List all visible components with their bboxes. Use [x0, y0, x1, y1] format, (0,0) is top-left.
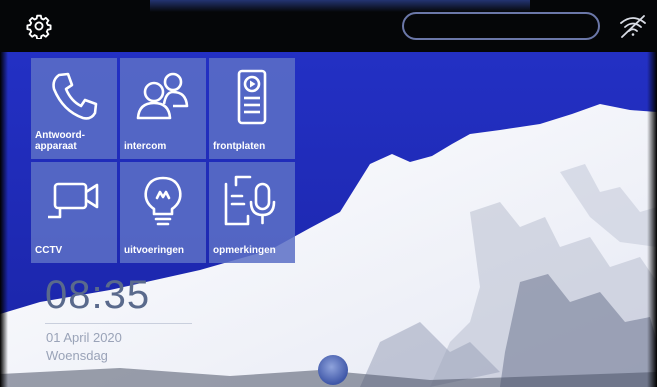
two-users-icon	[136, 72, 189, 120]
wifi-off-icon	[620, 15, 646, 38]
lightbulb-icon	[144, 176, 182, 226]
tile-cctv[interactable]: CCTV	[31, 162, 117, 263]
clock-day: Woensdag	[46, 348, 108, 363]
tile-label-intercom: intercom	[124, 141, 167, 152]
settings-button[interactable]	[26, 13, 52, 40]
gear-icon	[26, 14, 52, 40]
voice-memo-icon	[224, 175, 276, 226]
tile-label-executions: uitvoeringen	[124, 245, 185, 256]
clock-date: 01 April 2020	[46, 330, 122, 345]
top-bar	[0, 0, 657, 52]
tile-label-answering-machine: Antwoord- apparaat	[35, 130, 85, 152]
tile-intercom[interactable]: intercom	[120, 58, 206, 159]
status-pill[interactable]	[402, 12, 600, 40]
screen: Antwoord- apparaat intercom frontplaten …	[0, 0, 657, 387]
tile-front-panels[interactable]: frontplaten	[209, 58, 295, 159]
door-panel-icon	[237, 69, 267, 125]
tile-label-recordings: opmerkingen	[213, 245, 276, 256]
tile-recordings[interactable]: opmerkingen	[209, 162, 295, 263]
top-bar-glare	[150, 0, 530, 12]
wifi-status-button[interactable]	[618, 12, 648, 40]
tile-label-cctv: CCTV	[35, 245, 63, 256]
tile-label-front-panels: frontplaten	[213, 141, 266, 152]
home-button[interactable]	[318, 355, 348, 385]
tile-executions[interactable]: uitvoeringen	[120, 162, 206, 263]
clock-divider	[45, 323, 192, 324]
phone-handset-icon	[52, 72, 98, 120]
clock-widget: 08:35 01 April 2020 Woensdag	[36, 271, 196, 371]
video-camera-icon	[48, 182, 99, 219]
clock-time: 08:35	[45, 273, 151, 317]
tile-answering-machine[interactable]: Antwoord- apparaat	[31, 58, 117, 159]
